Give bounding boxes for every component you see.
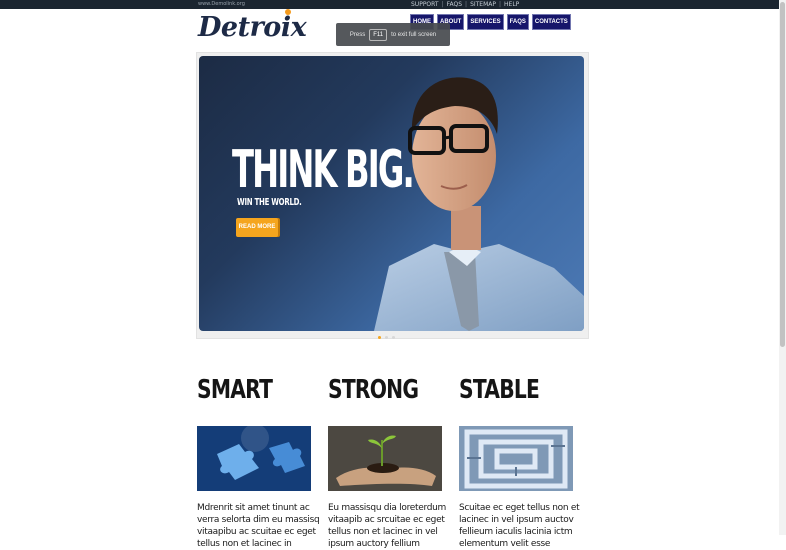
site-logo[interactable]: Detro i x	[198, 8, 307, 43]
logo-text-end: x	[290, 11, 307, 43]
sprout-in-hands-image[interactable]	[328, 426, 442, 491]
read-more-button[interactable]: READ MORE	[236, 218, 278, 237]
sitemap-link[interactable]: SITEMAP	[470, 0, 496, 9]
maze-image[interactable]	[459, 426, 573, 491]
top-bar: www.Demolink.org SUPPORT | FAQS | SITEMA…	[0, 0, 779, 9]
toast-suffix: to exit full screen	[391, 31, 437, 38]
help-link[interactable]: HELP	[504, 0, 519, 9]
hero-slider[interactable]: THINK BIG. WIN THE WORLD. READ MORE	[199, 56, 584, 331]
link-separator: |	[441, 1, 444, 8]
nav-faqs[interactable]: FAQS	[506, 14, 529, 30]
column-title-smart: SMART	[197, 375, 273, 405]
column-text-stable: Scuitae ec eget tellus non et lacinec in…	[459, 503, 580, 549]
column-title-strong: STRONG	[328, 375, 419, 405]
link-separator: |	[465, 1, 468, 8]
support-link[interactable]: SUPPORT	[411, 0, 439, 9]
slider-dot[interactable]	[378, 336, 381, 339]
slider-pagination	[378, 336, 395, 339]
link-separator: |	[499, 1, 502, 8]
nav-services[interactable]: SERVICES	[467, 14, 504, 30]
toast-prefix: Press	[349, 31, 366, 38]
toast-key: F11	[369, 28, 388, 41]
column-text-strong: Eu massisqu dia loreterdum vitaapib ac s…	[328, 503, 447, 549]
hero-subline: WIN THE WORLD.	[237, 197, 302, 208]
utility-links: SUPPORT | FAQS | SITEMAP | HELP	[411, 0, 519, 9]
column-title-stable: STABLE	[459, 375, 540, 405]
puzzle-image[interactable]	[197, 426, 311, 491]
scrollbar-thumb[interactable]	[780, 2, 785, 347]
site-domain: www.Demolink.org	[198, 1, 245, 7]
slider-dot[interactable]	[392, 336, 395, 339]
faqs-link[interactable]: FAQS	[447, 0, 462, 9]
nav-contacts[interactable]: CONTACTS	[531, 14, 571, 30]
scrollbar-track[interactable]	[779, 0, 786, 535]
hero-headline: THINK BIG.	[232, 140, 415, 200]
logo-text-start: Detro	[198, 11, 281, 43]
logo-dot: i	[280, 8, 291, 43]
slider-dot[interactable]	[385, 336, 388, 339]
column-text-smart: Mdrenrit sit amet tinunt ac verra selort…	[197, 503, 320, 549]
fullscreen-toast: Press F11 to exit full screen	[336, 23, 450, 46]
